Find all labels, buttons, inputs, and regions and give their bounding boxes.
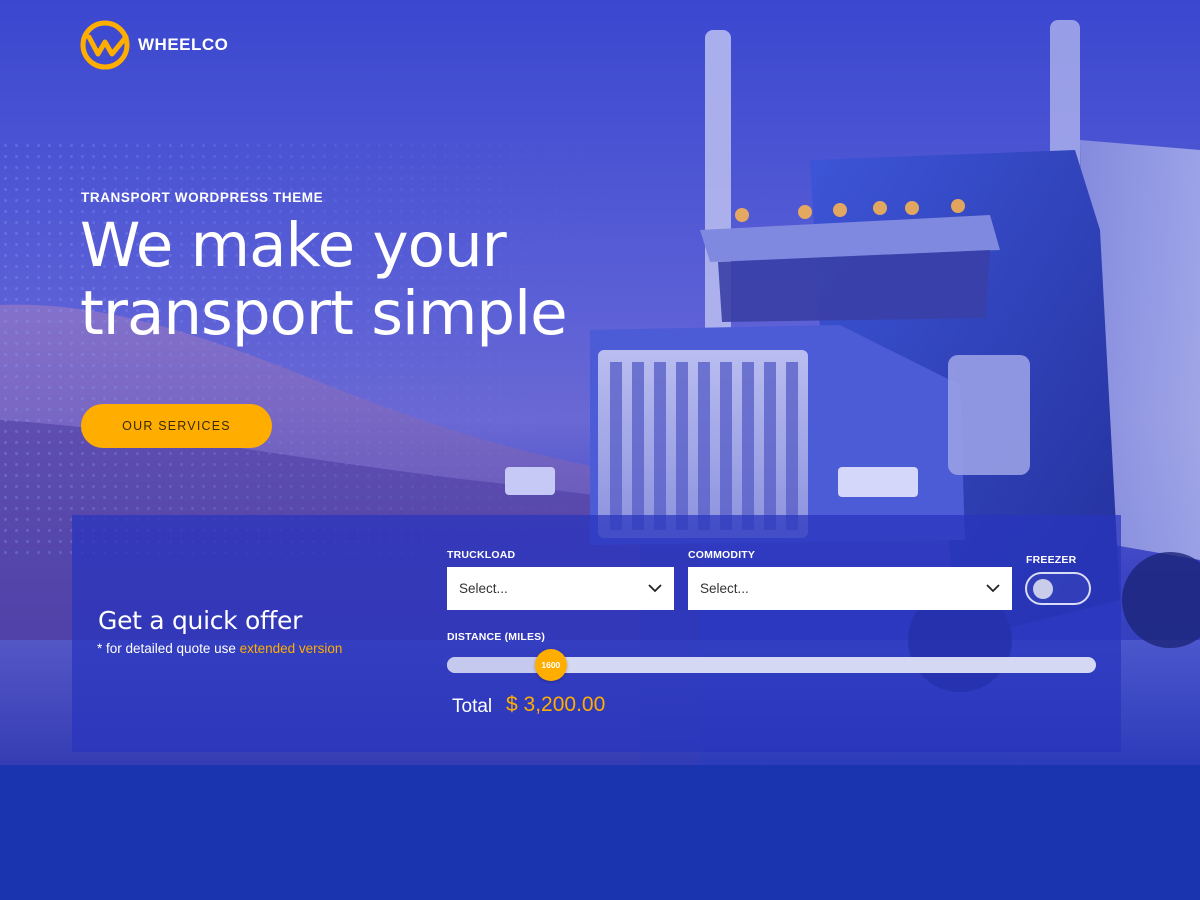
commodity-value: Select... <box>700 581 749 596</box>
our-services-button[interactable]: OUR SERVICES <box>81 404 272 448</box>
headline-line-2: transport simple <box>80 278 568 349</box>
commodity-label: COMMODITY <box>688 549 756 561</box>
commodity-select[interactable]: Select... <box>688 567 1012 610</box>
freezer-toggle[interactable] <box>1025 572 1091 605</box>
toggle-knob <box>1033 579 1053 599</box>
chevron-down-icon <box>986 584 1000 593</box>
truckload-label: TRUCKLOAD <box>447 549 516 561</box>
chevron-down-icon <box>648 584 662 593</box>
headline-line-1: We make your <box>80 210 507 281</box>
truckload-value: Select... <box>459 581 508 596</box>
truckload-select[interactable]: Select... <box>447 567 674 610</box>
quick-offer-note: * for detailed quote use extended versio… <box>97 641 342 656</box>
freezer-label: FREEZER <box>1026 554 1077 566</box>
hero-eyebrow: TRANSPORT WORDPRESS THEME <box>81 190 324 205</box>
brand-logo[interactable]: WHEELCO <box>80 20 228 70</box>
extended-version-link[interactable]: extended version <box>240 641 343 656</box>
total-label: Total <box>452 696 493 717</box>
note-prefix: * for detailed quote use <box>97 641 240 656</box>
distance-label: DISTANCE (MILES) <box>447 631 546 643</box>
lower-band <box>0 765 1200 900</box>
quick-offer-title: Get a quick offer <box>98 606 303 635</box>
brand-name: WHEELCO <box>138 35 229 54</box>
total-value: $ 3,200.00 <box>506 693 606 716</box>
hero-headline: We make your transport simple <box>80 212 640 348</box>
distance-slider-thumb[interactable]: 1600 <box>534 649 567 681</box>
wheelco-w-logo-icon <box>80 20 130 70</box>
